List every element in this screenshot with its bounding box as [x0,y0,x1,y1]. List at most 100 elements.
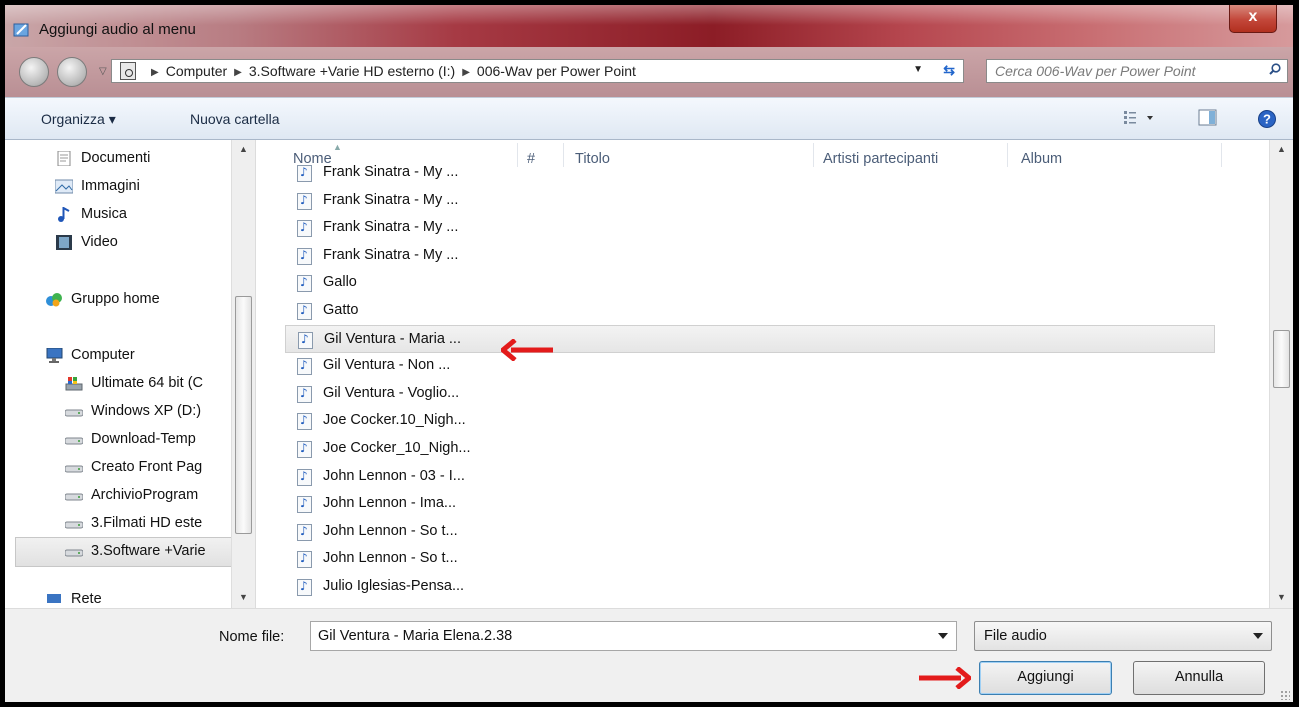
chevron-down-icon[interactable]: ▽ [99,66,111,78]
file-row[interactable]: Gatto [291,297,1191,325]
new-folder-button[interactable]: Nuova cartella [190,111,280,127]
audio-file-icon [297,165,312,182]
scrollbar-thumb[interactable] [235,296,252,534]
view-options-icon[interactable] [1123,109,1157,127]
scroll-down-icon[interactable]: ▼ [239,592,248,602]
file-row[interactable]: John Lennon - Ima... [291,490,1191,518]
filetype-value: File audio [984,628,1047,644]
breadcrumb-item[interactable]: Computer [166,63,227,79]
command-bar: Organizza ▾ Nuova cartella ? [5,97,1293,140]
sidebar-item-label: Creato Front Pag [91,459,203,475]
file-row[interactable]: Frank Sinatra - My ... [291,159,1191,187]
file-name: John Lennon - So t... [323,522,458,539]
video-icon [56,235,72,250]
file-row[interactable]: Gil Ventura - Non ... [291,352,1191,380]
file-row[interactable]: Joe Cocker.10_Nigh... [291,407,1191,435]
chevron-right-icon[interactable]: ▶ [462,67,470,78]
add-button[interactable]: Aggiungi [979,661,1112,695]
sidebar-item-immagini[interactable]: Immagini [55,178,140,194]
audio-file-icon [297,413,312,431]
file-row[interactable]: Frank Sinatra - My ... [291,187,1191,215]
file-row[interactable]: Joe Cocker_10_Nigh... [291,435,1191,463]
file-row[interactable]: John Lennon - 03 - I... [291,463,1191,491]
sidebar-item-label: Windows XP (D:) [91,403,202,419]
file-name: Gallo [323,274,357,291]
sidebar-item-musica[interactable]: Musica [58,206,127,222]
sidebar-item-documenti[interactable]: Documenti [57,150,150,166]
forward-button[interactable] [57,57,87,87]
file-name: Gil Ventura - Non ... [323,357,451,374]
app-icon [13,23,29,37]
sidebar-item-gruppo-home[interactable]: Gruppo home [46,291,160,307]
sidebar-item-drive[interactable]: Windows XP (D:) [65,403,202,419]
file-row[interactable]: Gallo [291,269,1191,297]
file-name: Gil Ventura - Maria ... [324,330,461,347]
back-button[interactable] [19,57,49,87]
sidebar-item-label: Musica [81,206,127,222]
scrollbar-thumb[interactable] [1273,330,1290,388]
sidebar-item-label: 3.Filmati HD este [91,515,203,531]
search-icon[interactable] [1269,63,1281,75]
sidebar-item-drive[interactable]: ArchivioProgram [65,487,198,503]
scroll-up-icon[interactable]: ▲ [239,144,248,154]
file-row[interactable]: Frank Sinatra - My ... [291,214,1191,242]
sidebar-scrollbar[interactable]: ▲ ▼ [231,140,255,608]
address-bar[interactable]: ▶ Computer ▶ 3.Software +Varie HD esterno (… [111,59,964,83]
cancel-button[interactable]: Annulla [1133,661,1265,695]
audio-file-icon [297,303,312,320]
sidebar-item-drive[interactable]: Creato Front Pag [65,459,203,475]
sidebar-item-label: Ultimate 64 bit (C [91,375,204,391]
sidebar-item-drive[interactable]: Ultimate 64 bit (C [65,375,204,391]
refresh-icon[interactable]: ⇆ [943,62,955,79]
computer-icon [46,348,63,363]
file-list: ▲ Nome # Titolo Artisti partecipanti Alb… [261,140,1269,608]
drive-icon [65,549,83,557]
search-input[interactable]: Cerca 006-Wav per Power Point [986,59,1288,83]
help-icon[interactable]: ? [1257,109,1277,129]
preview-pane-icon[interactable] [1198,109,1218,127]
resize-grip[interactable] [1280,690,1290,700]
breadcrumb: ▶ Computer ▶ 3.Software +Varie HD esterno (… [144,63,636,79]
audio-file-icon [297,579,312,596]
file-list-scrollbar[interactable]: ▲ ▼ [1269,140,1293,608]
file-dialog: Aggiungi audio al menu x ▽ ▶ Computer ▶ 3.S… [5,5,1293,702]
filetype-select[interactable]: File audio [974,621,1272,651]
main-area: Documenti Immagini Musica Video Gruppo h… [5,140,1293,608]
file-name: Frank Sinatra - My ... [323,246,459,263]
sidebar-item-label: Rete [71,591,102,607]
audio-file-icon [297,220,312,238]
sidebar-item-network[interactable]: Rete [47,591,102,607]
drive-icon [65,437,83,445]
chevron-down-icon[interactable] [938,633,948,639]
audio-file-icon [297,275,312,293]
filename-input[interactable]: Gil Ventura - Maria Elena.2.38 [310,621,957,651]
svg-text:?: ? [1263,112,1271,127]
scroll-down-icon[interactable]: ▼ [1277,592,1286,602]
sidebar-item-drive[interactable]: Download-Temp [65,431,196,447]
file-row-selected[interactable]: Gil Ventura - Maria ... [285,324,1215,353]
sidebar-item-video[interactable]: Video [56,234,118,250]
organize-button[interactable]: Organizza ▾ [41,111,116,128]
sidebar-item-computer[interactable]: Computer [46,347,135,363]
chevron-right-icon[interactable]: ▶ [234,67,242,78]
sidebar-item-label: Computer [71,347,135,363]
file-row[interactable]: Gil Ventura - Voglio... [291,380,1191,408]
window-title: Aggiungi audio al menu [39,21,196,38]
pictures-icon [55,179,73,194]
sidebar-item-drive-selected[interactable]: 3.Software +Varie [65,543,206,559]
breadcrumb-item[interactable]: 3.Software +Varie HD esterno (I:) [249,63,455,79]
file-row[interactable]: Frank Sinatra - My ... [291,242,1191,270]
system-drive-icon [65,377,83,391]
scroll-up-icon[interactable]: ▲ [1277,144,1286,154]
sidebar-item-drive[interactable]: 3.Filmati HD este [65,515,203,531]
chevron-right-icon[interactable]: ▶ [151,67,159,78]
chevron-down-icon [1253,633,1263,639]
file-name: Julio Iglesias-Pensa... [323,578,465,594]
file-name: John Lennon - 03 - I... [323,467,465,484]
file-row[interactable]: John Lennon - So t... [291,518,1191,546]
close-button[interactable]: x [1229,5,1277,33]
file-row[interactable]: John Lennon - So t... [291,545,1191,573]
breadcrumb-item[interactable]: 006-Wav per Power Point [477,63,636,79]
address-dropdown-icon[interactable]: ▼ [913,64,923,75]
file-row[interactable]: Julio Iglesias-Pensa... [291,573,1191,601]
